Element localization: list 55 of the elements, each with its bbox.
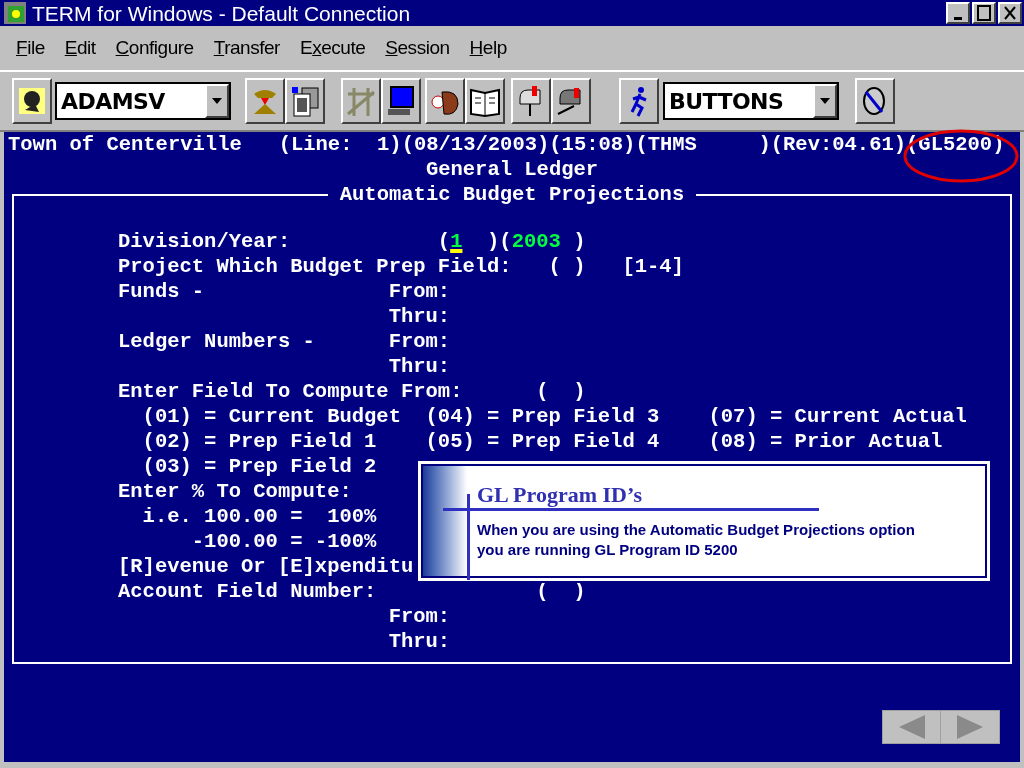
toolbar-button[interactable]	[12, 78, 52, 124]
menu-item[interactable]: Configure	[115, 33, 194, 63]
right-arrow-icon	[955, 715, 985, 739]
form-line: Thru:	[387, 354, 451, 379]
toolbar-button[interactable]	[855, 78, 895, 124]
menu-item[interactable]: Edit	[64, 33, 96, 63]
form-line: (02) = Prep Field 1 (05) = Prep Field 4 (08) = Prior Actual	[141, 429, 943, 454]
minimize-icon	[954, 16, 962, 20]
menu-item[interactable]: Help	[469, 33, 507, 63]
form-title: Automatic Budget Projections	[338, 182, 686, 207]
toolbar-button[interactable]	[551, 78, 591, 124]
toolbar-button[interactable]	[245, 78, 285, 124]
caret-icon	[820, 98, 830, 104]
window-title: TERM for Windows - Default Connection	[32, 2, 411, 24]
dropdown-arrow-button[interactable]	[205, 84, 229, 118]
app-icon	[2, 0, 28, 26]
toolbar-button[interactable]	[619, 78, 659, 124]
form-line: -100.00 = -100%	[190, 529, 377, 554]
form-line: Project Which Budget Prep Field: ( ) [1-4]	[118, 254, 684, 279]
menu-item[interactable]: File	[16, 33, 45, 63]
toolbar-button[interactable]	[341, 78, 381, 124]
form-line: Thru:	[387, 304, 451, 329]
toolbar-button[interactable]	[285, 78, 325, 124]
callout-title: GL Program ID’s	[477, 482, 643, 508]
form-line: Funds - From:	[118, 279, 451, 304]
toolbar-button[interactable]	[425, 78, 465, 124]
minimize-button[interactable]	[946, 2, 970, 24]
toolbar-button[interactable]	[511, 78, 551, 124]
toolbar-button[interactable]	[381, 78, 421, 124]
toolbar-button[interactable]	[465, 78, 505, 124]
form-line: i.e. 100.00 = 100%	[141, 504, 377, 529]
dropdown-value: ADAMSV	[60, 87, 166, 116]
callout-text: When you are using the Automatic Budget Projections option you are running GL Program ID 5200	[477, 520, 916, 560]
maximize-icon	[977, 5, 991, 21]
close-button[interactable]	[998, 2, 1022, 24]
dropdown-field[interactable]: BUTTONS	[663, 82, 839, 120]
form-line: Enter % To Compute:	[118, 479, 352, 504]
dropdown-arrow-button[interactable]	[813, 84, 837, 118]
maximize-button[interactable]	[972, 2, 996, 24]
form-line: Thru:	[387, 629, 451, 654]
form-line: (01) = Current Budget (04) = Prep Field 3 (07) = Current Actual	[141, 404, 967, 429]
form-line: (03) = Prep Field 2	[141, 454, 377, 479]
menu-item[interactable]: Session	[385, 33, 450, 63]
menu-item[interactable]: Execute	[299, 33, 366, 63]
form-line: Enter Field To Compute From: ( )	[118, 379, 586, 404]
form-line: From:	[387, 604, 451, 629]
dropdown-field[interactable]: ADAMSV	[55, 82, 231, 120]
form-line: Ledger Numbers - From:	[118, 329, 451, 354]
form-line: Division/Year: (1 )(2003 )	[118, 229, 586, 254]
form-line: [R]evenue Or [E]xpenditu	[118, 554, 414, 579]
screen-heading: General Ledger	[424, 157, 600, 182]
caret-icon	[212, 98, 222, 104]
dropdown-value: BUTTONS	[668, 87, 785, 116]
menu-item[interactable]: Transfer	[213, 33, 280, 63]
close-icon	[1003, 5, 1017, 21]
